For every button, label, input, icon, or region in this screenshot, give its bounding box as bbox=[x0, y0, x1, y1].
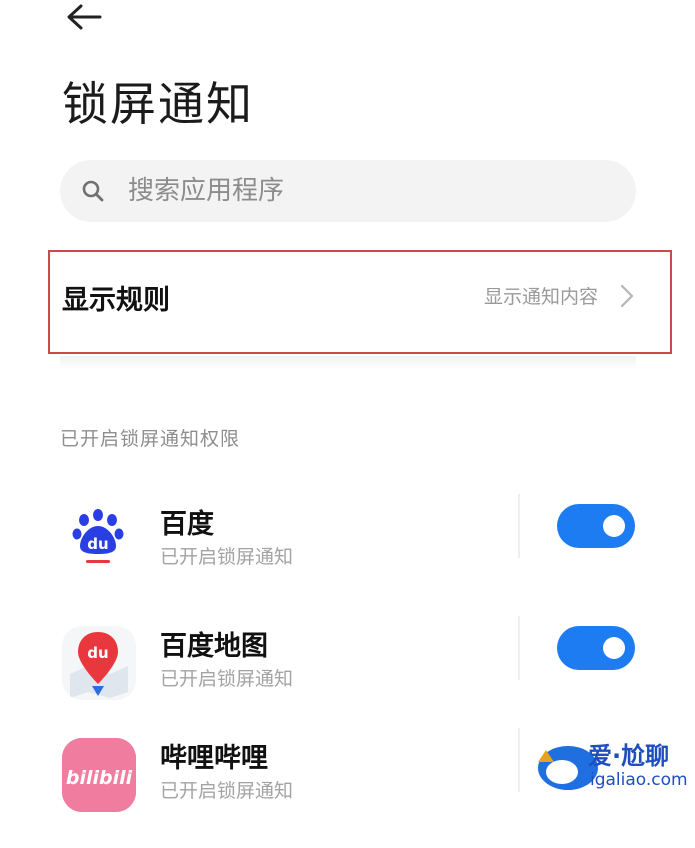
app-name: 哔哩哔哩 bbox=[160, 743, 268, 774]
display-rule-row[interactable]: 显示规则 显示通知内容 bbox=[48, 250, 672, 354]
app-status: 已开启锁屏通知 bbox=[160, 668, 294, 690]
back-arrow-icon bbox=[67, 4, 102, 30]
toggle-knob bbox=[603, 515, 625, 537]
svg-text:bilibili: bilibili bbox=[66, 767, 133, 789]
display-rule-value: 显示通知内容 bbox=[483, 286, 598, 308]
page-title: 锁屏通知 bbox=[62, 77, 254, 131]
app-row-baidu-map[interactable]: du 百度地图 已开启锁屏通知 bbox=[0, 616, 695, 736]
section-header: 已开启锁屏通知权限 bbox=[60, 428, 241, 450]
search-input[interactable] bbox=[126, 175, 570, 207]
app-name: 百度地图 bbox=[160, 631, 268, 662]
row-shadow bbox=[60, 356, 636, 370]
divider bbox=[518, 494, 520, 558]
app-name: 百度 bbox=[160, 509, 214, 540]
app-row-baidu[interactable]: du 百度 已开启锁屏通知 bbox=[0, 494, 695, 614]
baidu-icon: du bbox=[62, 504, 136, 578]
search-icon bbox=[80, 178, 106, 204]
lockscreen-notification-toggle[interactable] bbox=[557, 504, 635, 548]
search-bar[interactable] bbox=[60, 160, 636, 222]
watermark-logo: 爱·尬聊 igaliao.com bbox=[532, 732, 692, 798]
divider bbox=[518, 616, 520, 680]
bilibili-icon: bilibili bbox=[62, 738, 136, 812]
watermark-site: igaliao.com bbox=[590, 770, 688, 790]
app-status: 已开启锁屏通知 bbox=[160, 780, 294, 802]
svg-text:du: du bbox=[87, 644, 108, 662]
toggle-knob bbox=[603, 637, 625, 659]
back-button[interactable] bbox=[62, 0, 106, 34]
svg-text:du: du bbox=[87, 535, 108, 553]
display-rule-label: 显示规则 bbox=[62, 285, 170, 316]
chevron-right-icon bbox=[620, 284, 634, 308]
app-status: 已开启锁屏通知 bbox=[160, 546, 294, 568]
watermark-text: 爱·尬聊 bbox=[588, 742, 670, 770]
baidu-map-icon: du bbox=[62, 626, 136, 700]
divider bbox=[518, 728, 520, 792]
lockscreen-notification-toggle[interactable] bbox=[557, 626, 635, 670]
